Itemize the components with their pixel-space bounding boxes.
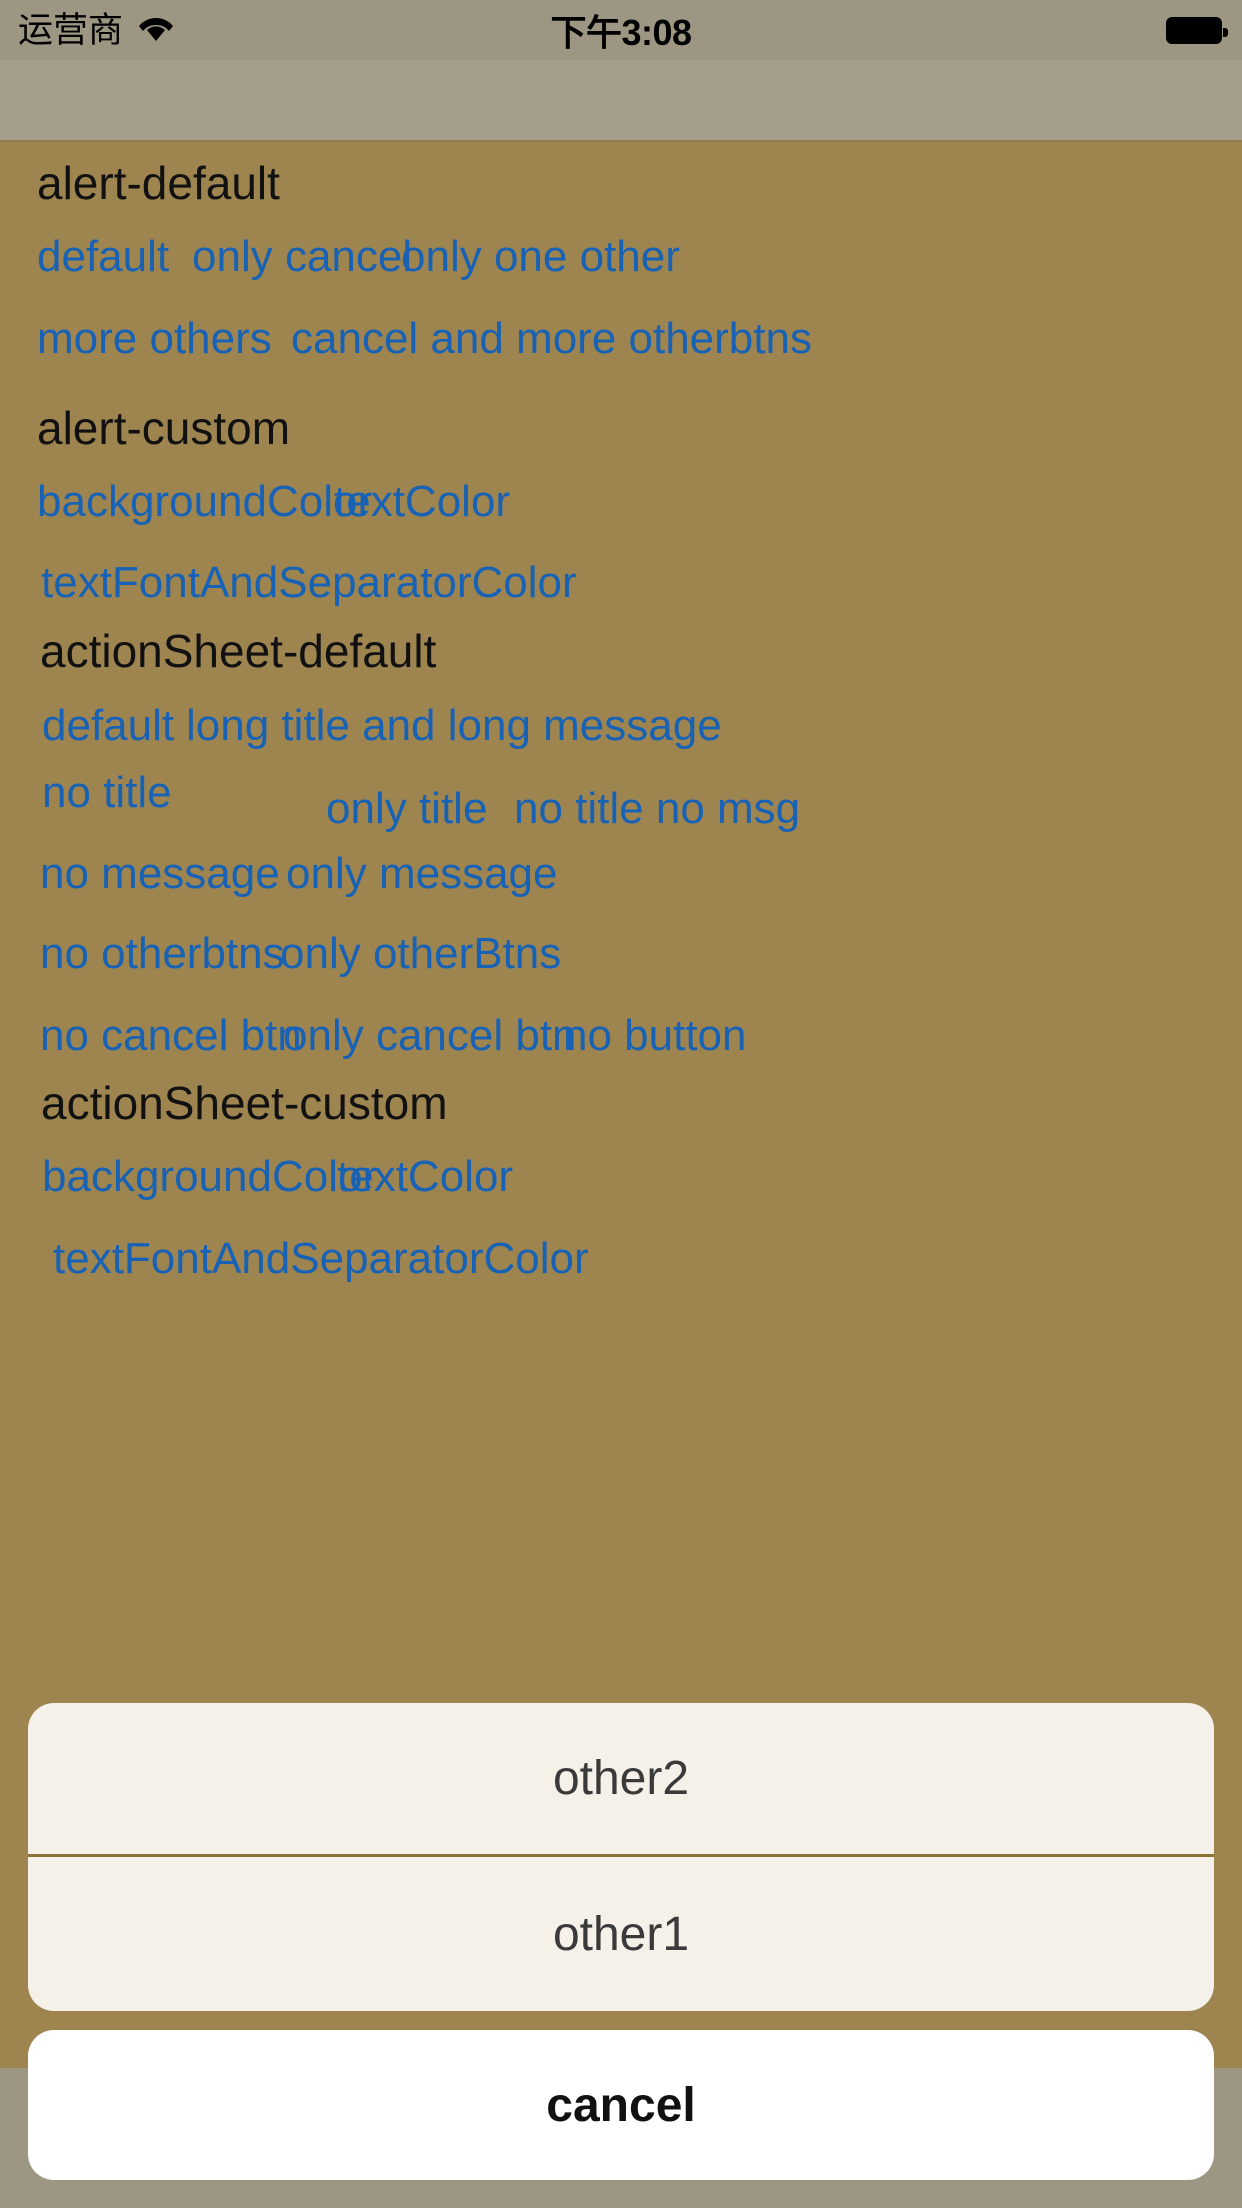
- button-long-title-and-long-message[interactable]: long title and long message: [186, 704, 722, 748]
- section-title-actionSheet-custom: actionSheet-custom: [41, 1077, 448, 1129]
- status-bar-time: 下午3:08: [550, 12, 692, 53]
- button-only-message[interactable]: only message: [286, 852, 557, 896]
- button-no-title[interactable]: no title: [42, 771, 172, 815]
- button-only-cancel-btn[interactable]: only cancel btn: [283, 1014, 577, 1058]
- button-textcolor[interactable]: textColor: [334, 480, 510, 524]
- button-more-others[interactable]: more others: [37, 317, 272, 361]
- battery-icon: [1166, 16, 1228, 44]
- button-default[interactable]: default: [42, 704, 174, 748]
- button-no-otherbtns[interactable]: no otherbtns: [40, 932, 285, 976]
- action-sheet-option-other1[interactable]: other1: [28, 1857, 1214, 2011]
- nav-bar-filler: [0, 60, 1242, 140]
- status-bar: 运营商 下午3:08: [0, 0, 1242, 60]
- action-sheet-options-group: other2 other1: [28, 1703, 1214, 2011]
- button-only-title[interactable]: only title: [326, 787, 487, 831]
- button-textfontandseparatorcolor[interactable]: textFontAndSeparatorColor: [41, 561, 577, 605]
- section-title-alert-custom: alert-custom: [37, 402, 291, 454]
- button-no-button[interactable]: no button: [563, 1014, 747, 1058]
- section-title-alert-default: alert-default: [37, 157, 280, 209]
- button-cancel-and-more-otherbtns[interactable]: cancel and more otherbtns: [291, 317, 812, 361]
- button-only-otherbtns[interactable]: only otherBtns: [280, 932, 561, 976]
- action-sheet-cancel-button[interactable]: cancel: [28, 2030, 1214, 2180]
- button-no-message[interactable]: no message: [40, 852, 280, 896]
- button-default[interactable]: default: [37, 235, 169, 279]
- status-bar-right: [1166, 16, 1228, 44]
- button-no-cancel-btn[interactable]: no cancel btn: [40, 1014, 302, 1058]
- button-only-cancel[interactable]: only cancel: [192, 235, 412, 279]
- button-backgroundcolor[interactable]: backgroundColor: [37, 480, 372, 524]
- button-textcolor[interactable]: textColor: [337, 1155, 513, 1199]
- section-title-actionSheet-default: actionSheet-default: [40, 625, 437, 677]
- button-no-title-no-msg[interactable]: no title no msg: [514, 787, 800, 831]
- action-sheet-option-other2[interactable]: other2: [28, 1703, 1214, 1857]
- button-textfontandseparatorcolor[interactable]: textFontAndSeparatorColor: [53, 1237, 589, 1281]
- button-backgroundcolor[interactable]: backgroundColor: [42, 1155, 377, 1199]
- button-only-one-other[interactable]: only one other: [401, 235, 680, 279]
